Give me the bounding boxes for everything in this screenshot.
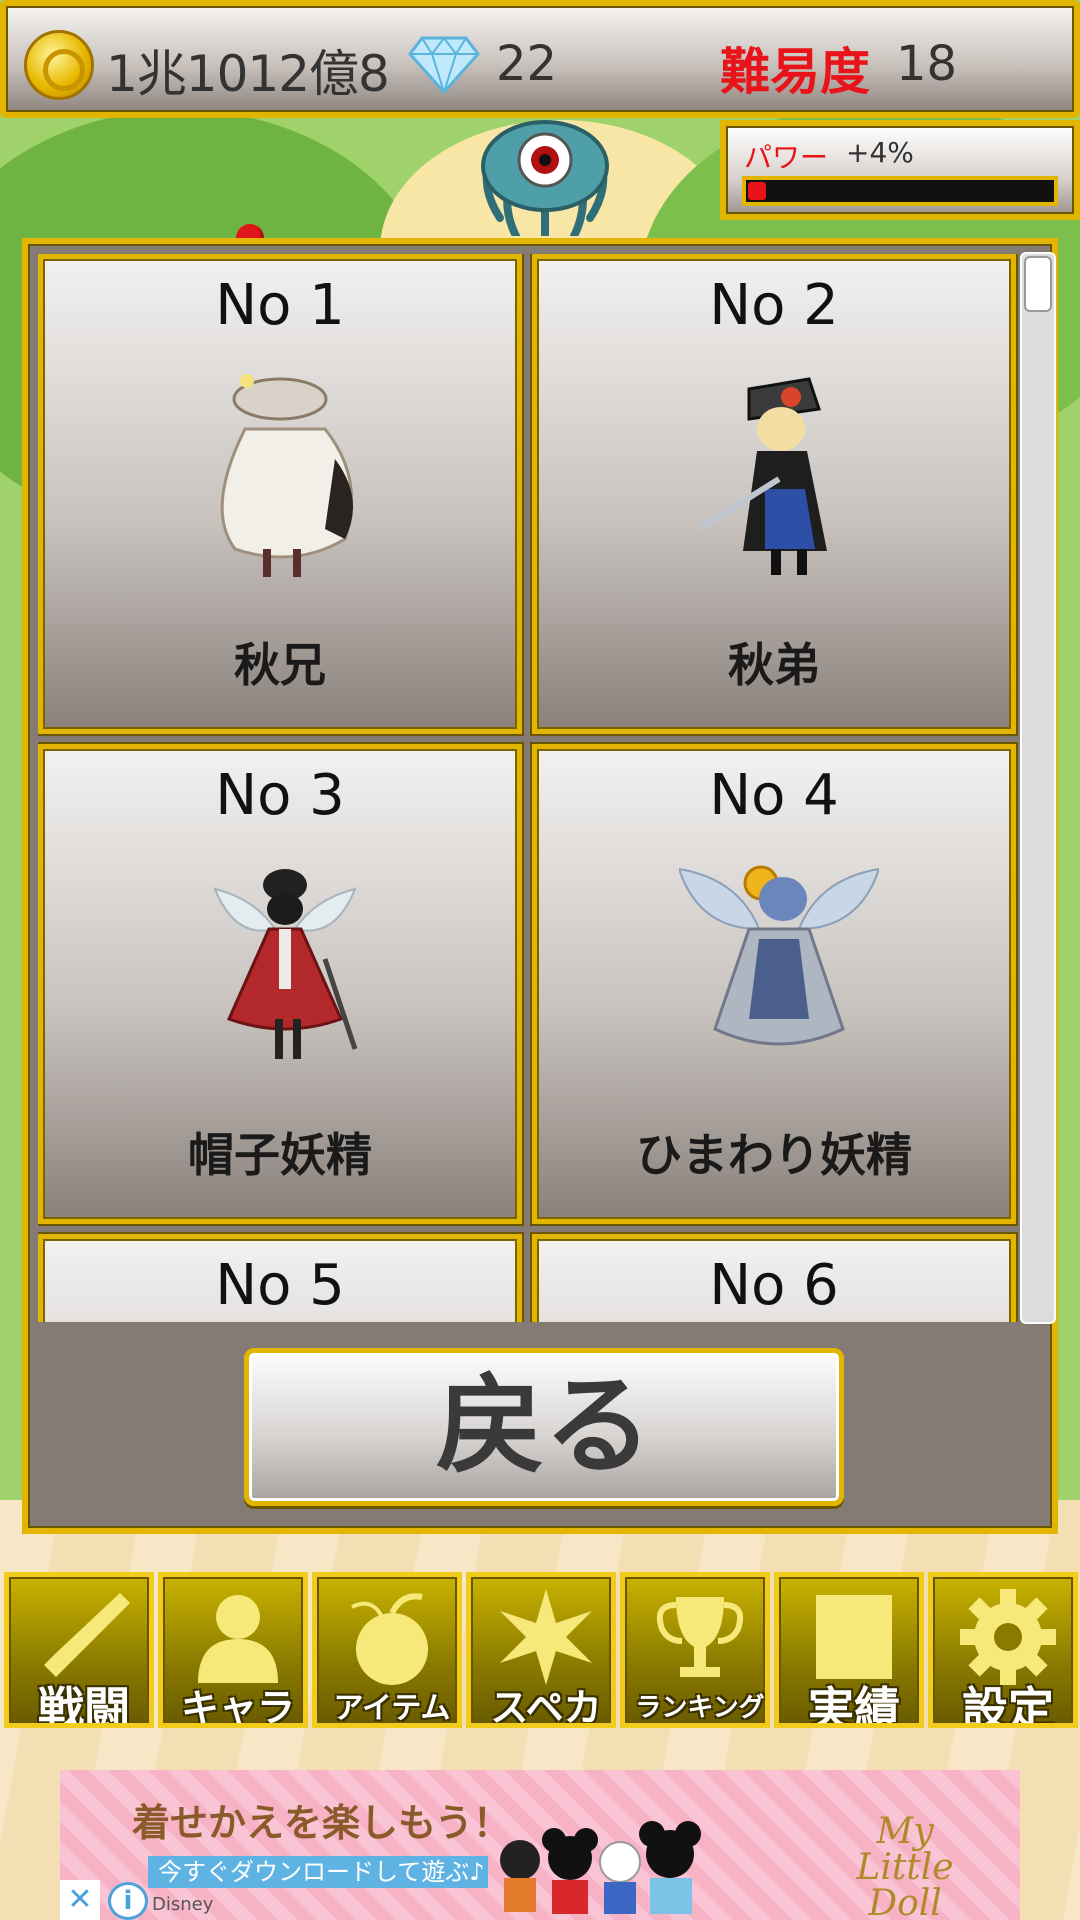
coin-icon — [24, 30, 94, 100]
character-name: 帽子妖精 — [188, 1128, 372, 1182]
card-number: No 1 — [215, 273, 345, 338]
nav-character-button[interactable]: キャラ — [158, 1572, 308, 1728]
nav-battle-button[interactable]: 戦闘 — [4, 1572, 154, 1728]
nav-item-button[interactable]: アイテム — [312, 1572, 462, 1728]
gear-icon — [960, 1589, 1056, 1685]
difficulty-label: 難易度 — [720, 43, 870, 101]
nav-label: キャラ — [180, 1686, 295, 1728]
power-bar-fill — [748, 182, 766, 200]
sword-icon — [44, 1593, 130, 1677]
list-scrollbar[interactable] — [1020, 252, 1056, 1324]
character-card-3[interactable]: No 3 帽子妖精 — [38, 744, 522, 1224]
card-number: No 6 — [709, 1253, 839, 1318]
card-number: No 3 — [215, 763, 345, 828]
card-number: No 5 — [215, 1253, 345, 1318]
trophy-icon — [656, 1597, 744, 1677]
money-counter: 1兆1012億8 — [106, 45, 390, 103]
nav-label: スペカ — [490, 1686, 602, 1728]
character-name: ひまわり妖精 — [636, 1128, 912, 1182]
ad-headline: 着せかえを楽しもう！ — [132, 1801, 511, 1845]
ad-character-illustration — [500, 1821, 701, 1914]
nav-achievements-button[interactable]: 実績 — [774, 1572, 924, 1728]
difficulty-value: 18 — [896, 36, 958, 92]
hat-fairy-sprite — [213, 869, 358, 1059]
board-icon — [816, 1595, 892, 1679]
eyeball-monster-enemy[interactable] — [470, 118, 620, 236]
character-card-1[interactable]: No 1 秋兄 — [38, 254, 522, 734]
mushroom-brother-sprite — [220, 374, 354, 577]
ad-banner[interactable]: 着せかえを楽しもう！ 今すぐダウンロードして遊ぶ♪ My Little Doll… — [60, 1770, 1020, 1920]
character-card-5[interactable]: No 5 — [38, 1234, 522, 1322]
sunflower-fairy-sprite — [679, 865, 879, 1046]
mushroom-younger-brother-sprite — [697, 377, 827, 575]
nav-spellcard-button[interactable]: スペカ — [466, 1572, 616, 1728]
character-grid[interactable]: No 1 秋兄 No 2 秋弟 No 3 帽子妖精 No 4 ひまわり妖精 No… — [38, 254, 1018, 1322]
status-bar: 1兆1012億8 22 難易度 18 — [0, 0, 1080, 118]
fruit-icon — [351, 1593, 428, 1685]
gem-counter: 22 — [496, 36, 558, 92]
nav-settings-button[interactable]: 設定 — [928, 1572, 1078, 1728]
ad-logo-text: My Little Doll — [856, 1811, 954, 1920]
ad-logo: My Little Doll — [830, 1804, 980, 1920]
nav-ranking-button[interactable]: ランキング — [620, 1572, 770, 1728]
person-icon — [198, 1595, 278, 1683]
character-card-2[interactable]: No 2 秋弟 — [532, 254, 1016, 734]
power-value: +4% — [846, 136, 914, 169]
power-label: パワー — [744, 141, 829, 174]
bottom-navigation: 戦闘 キャラ アイテム スペカ ランキング 実績 設定 — [0, 1572, 1080, 1728]
nav-label: アイテム — [333, 1691, 451, 1726]
power-panel: パワー +4% — [720, 120, 1080, 220]
ad-close-button[interactable]: ✕ — [60, 1880, 100, 1920]
card-number: No 4 — [709, 763, 839, 828]
character-list-panel: No 1 秋兄 No 2 秋弟 No 3 帽子妖精 No 4 ひまわり妖精 No… — [22, 238, 1058, 1534]
nav-label: 戦闘 — [38, 1682, 130, 1728]
ad-brand: Disney — [152, 1894, 214, 1915]
character-name: 秋兄 — [234, 638, 326, 692]
ad-info-icon[interactable]: i — [108, 1882, 148, 1920]
burst-icon — [500, 1589, 592, 1685]
back-button[interactable]: 戻る — [244, 1348, 844, 1506]
character-card-4[interactable]: No 4 ひまわり妖精 — [532, 744, 1016, 1224]
power-bar — [742, 176, 1058, 206]
nav-label: 設定 — [962, 1682, 1054, 1728]
character-card-6[interactable]: No 6 — [532, 1234, 1016, 1322]
nav-label: ランキング — [635, 1693, 765, 1723]
diamond-icon — [408, 36, 480, 94]
nav-label: 実績 — [808, 1682, 900, 1728]
card-number: No 2 — [709, 273, 839, 338]
ad-subtext: 今すぐダウンロードして遊ぶ♪ — [148, 1856, 488, 1888]
scrollbar-thumb[interactable] — [1024, 256, 1052, 312]
character-name: 秋弟 — [728, 638, 820, 692]
